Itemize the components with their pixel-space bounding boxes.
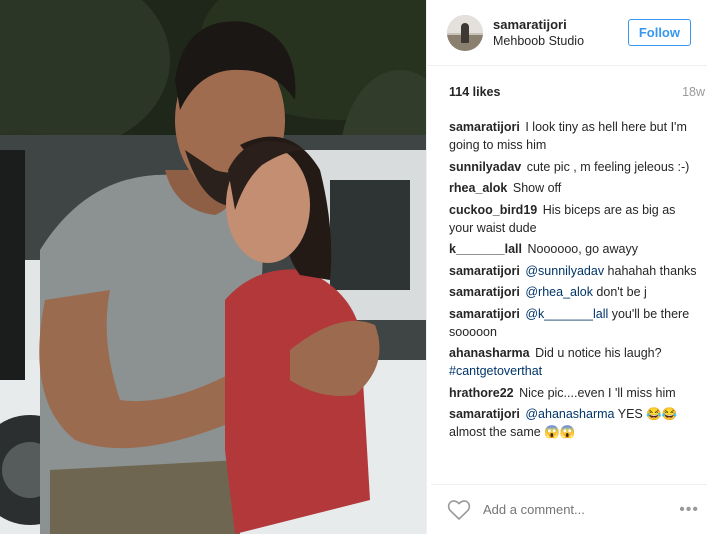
- comment-text: Noooooo, go awayy: [527, 242, 638, 256]
- comment-username[interactable]: sunnilyadav: [449, 160, 521, 174]
- comment-username[interactable]: cuckoo_bird19: [449, 203, 537, 217]
- comment-item: cuckoo_bird19 His biceps are as big as y…: [449, 201, 703, 237]
- photo-illustration: [0, 0, 426, 534]
- comment-item: ahanasharma Did u notice his laugh? #can…: [449, 344, 703, 380]
- post-meta: 114 likes 18w: [427, 66, 711, 118]
- follow-button[interactable]: Follow: [627, 19, 691, 46]
- comment-text: cute pic , m feeling jeleous :-): [526, 159, 690, 174]
- comment-username[interactable]: k_______lall: [449, 242, 522, 256]
- avatar[interactable]: [447, 14, 483, 51]
- comment-item: samaratijori @rhea_alok don't be j: [449, 283, 703, 301]
- comment-bar: •••: [431, 484, 707, 534]
- comment-text: don't be j: [592, 285, 647, 299]
- comment-item: sunnilyadav cute pic , m feeling jeleous…: [449, 158, 703, 176]
- post-location[interactable]: Mehboob Studio: [493, 33, 628, 50]
- comment-mention-link[interactable]: @rhea_alok: [525, 285, 593, 299]
- post-photo[interactable]: [0, 0, 426, 534]
- comment-item: hrathore22 Nice pic....even I 'll miss h…: [449, 384, 703, 402]
- comment-item: rhea_alok Show off: [449, 179, 703, 197]
- comments-list: samaratijori I look tiny as hell here bu…: [427, 118, 711, 441]
- comment-username[interactable]: rhea_alok: [449, 181, 507, 195]
- likes-count[interactable]: 114 likes: [449, 85, 500, 99]
- author-username[interactable]: samaratijori: [493, 16, 628, 33]
- more-options-icon[interactable]: •••: [679, 501, 699, 519]
- comment-text: hahahah thanks: [604, 263, 697, 278]
- comment-text: Did u notice his laugh?: [535, 346, 662, 360]
- comment-username[interactable]: samaratijori: [449, 407, 520, 421]
- comment-item: samaratijori @ahanasharma YES 😂😂 almost …: [449, 405, 703, 441]
- comment-mention-link[interactable]: @ahanasharma: [525, 407, 614, 421]
- comment-item: samaratijori @sunnilyadav hahahah thanks: [449, 262, 703, 280]
- post-age[interactable]: 18w: [682, 85, 705, 99]
- add-comment-input[interactable]: [483, 502, 680, 517]
- comment-username[interactable]: samaratijori: [449, 120, 520, 134]
- comment-text: Nice pic....even I 'll miss him: [519, 385, 676, 400]
- comment-item: k_______lall Noooooo, go awayy: [449, 240, 703, 258]
- post-sidebar: samaratijori Mehboob Studio Follow 114 l…: [426, 0, 711, 534]
- post-header: samaratijori Mehboob Studio Follow: [427, 0, 707, 66]
- author-info: samaratijori Mehboob Studio: [493, 16, 628, 50]
- comment-username[interactable]: ahanasharma: [449, 346, 530, 360]
- comment-username[interactable]: hrathore22: [449, 386, 514, 400]
- heart-outline-icon[interactable]: [447, 499, 471, 521]
- comment-item: samaratijori @k_______lall you'll be the…: [449, 305, 703, 341]
- comment-username[interactable]: samaratijori: [449, 264, 520, 278]
- comment-text: Show off: [512, 181, 562, 195]
- comment-username[interactable]: samaratijori: [449, 307, 520, 321]
- comment-mention-link[interactable]: @sunnilyadav: [525, 264, 604, 278]
- comment-item: samaratijori I look tiny as hell here bu…: [449, 118, 703, 154]
- comment-mention-link[interactable]: @k_______lall: [525, 307, 608, 321]
- comment-mention-link[interactable]: #cantgetoverthat: [449, 364, 542, 378]
- comment-username[interactable]: samaratijori: [449, 285, 520, 299]
- post-container: samaratijori Mehboob Studio Follow 114 l…: [0, 0, 711, 534]
